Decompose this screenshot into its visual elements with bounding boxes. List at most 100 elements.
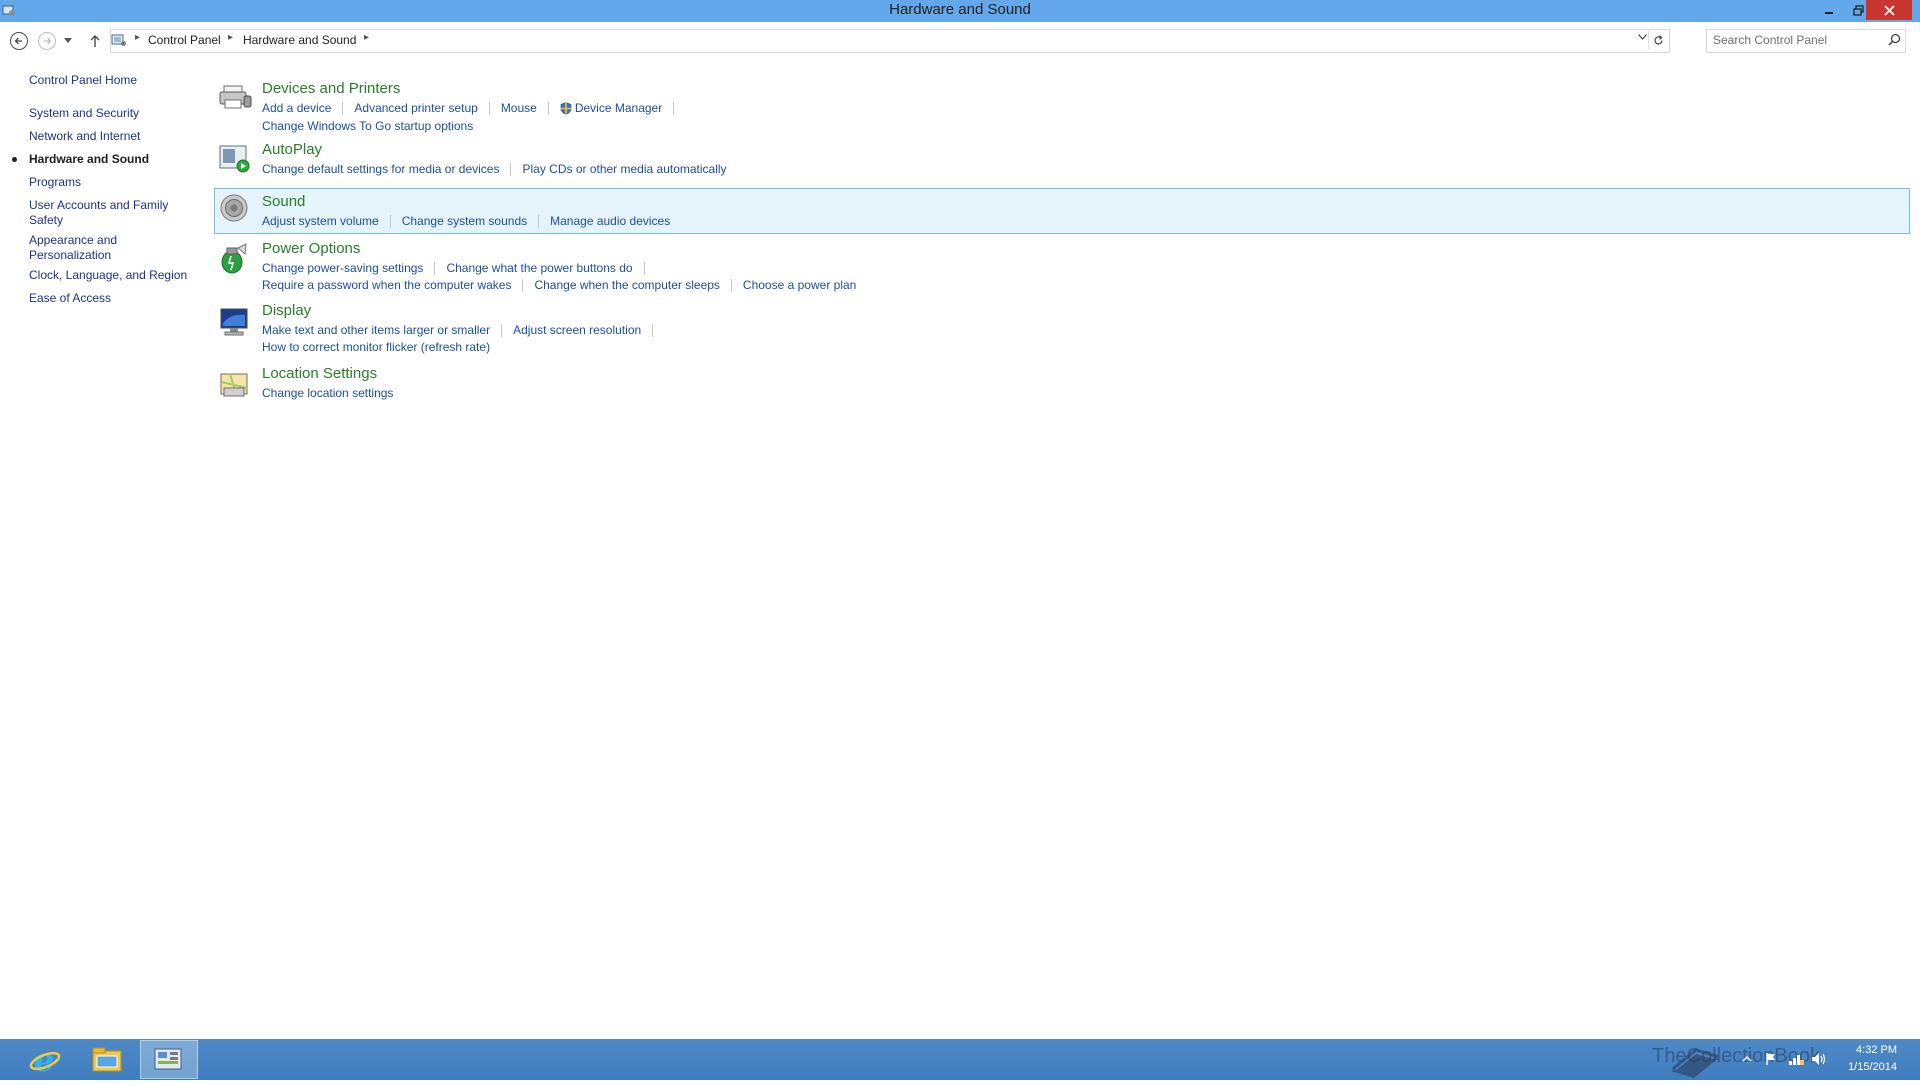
active-item-bullet-icon xyxy=(12,157,17,162)
category-autoplay: AutoPlay Change default settings for med… xyxy=(214,140,1910,182)
address-dropdown-icon[interactable] xyxy=(1638,32,1647,43)
category-display: Display Make text and other items larger… xyxy=(214,302,1910,360)
internet-explorer-icon[interactable]: e xyxy=(16,1040,74,1079)
forward-arrow-icon xyxy=(38,32,56,50)
adjust-screen-resolution-link[interactable]: Adjust screen resolution xyxy=(513,323,641,337)
search-input[interactable] xyxy=(1713,32,1873,48)
change-system-sounds-link[interactable]: Change system sounds xyxy=(402,214,527,228)
battery-icon[interactable] xyxy=(218,242,254,278)
printer-icon[interactable] xyxy=(218,80,254,116)
breadcrumb-separator-icon[interactable]: ▸ xyxy=(364,32,369,43)
link-row: Add a device Advanced printer setup Mous… xyxy=(262,101,685,115)
link-row: Require a password when the computer wak… xyxy=(262,278,856,292)
change-default-media-settings-link[interactable]: Change default settings for media or dev… xyxy=(262,162,499,176)
devices-and-printers-title[interactable]: Devices and Printers xyxy=(262,80,400,97)
address-bar[interactable]: ▸ Control Panel ▸ Hardware and Sound ▸ xyxy=(110,29,1670,53)
refresh-icon xyxy=(1653,34,1663,44)
volume-icon[interactable] xyxy=(1811,1052,1826,1066)
recent-locations-button[interactable] xyxy=(62,30,74,52)
display-title[interactable]: Display xyxy=(262,302,311,319)
sound-title[interactable]: Sound xyxy=(262,193,305,210)
book-watermark-icon xyxy=(1670,1042,1720,1085)
clock-date: 1/15/2014 xyxy=(1848,1061,1897,1073)
taskbar-clock[interactable]: 4:32 PM 1/15/2014 xyxy=(1833,1042,1897,1076)
link-divider xyxy=(342,101,344,115)
control-panel-window: Hardware and Sound ▸ Control Panel ▸ Har… xyxy=(0,0,1920,1039)
monitor-flicker-link[interactable]: How to correct monitor flicker (refresh … xyxy=(262,340,490,354)
autoplay-icon[interactable] xyxy=(218,142,254,178)
forward-button[interactable] xyxy=(36,30,58,52)
change-location-settings-link[interactable]: Change location settings xyxy=(262,386,393,400)
control-panel-icon[interactable] xyxy=(140,1040,198,1079)
network-icon[interactable] xyxy=(1788,1052,1804,1066)
device-manager-link[interactable]: Device Manager xyxy=(575,101,662,115)
link-row: Change Windows To Go startup options xyxy=(262,119,473,133)
svg-text:e: e xyxy=(34,1044,54,1076)
power-buttons-link[interactable]: Change what the power buttons do xyxy=(446,261,632,275)
breadcrumb-separator-icon[interactable]: ▸ xyxy=(135,32,140,43)
file-explorer-icon[interactable] xyxy=(78,1040,136,1079)
link-divider xyxy=(488,101,490,115)
advanced-printer-setup-link[interactable]: Advanced printer setup xyxy=(354,101,477,115)
link-divider xyxy=(547,101,549,115)
change-when-computer-sleeps-link[interactable]: Change when the computer sleeps xyxy=(534,278,719,292)
link-divider xyxy=(510,162,512,176)
make-text-larger-link[interactable]: Make text and other items larger or smal… xyxy=(262,323,490,337)
link-divider xyxy=(538,214,540,228)
left-nav-hardware-and-sound[interactable]: Hardware and Sound xyxy=(29,152,189,167)
link-divider xyxy=(522,278,524,292)
action-center-flag-icon[interactable] xyxy=(1764,1052,1778,1066)
speaker-icon[interactable] xyxy=(218,193,254,229)
breadcrumb-hardware-and-sound[interactable]: Hardware and Sound xyxy=(243,33,356,47)
link-divider xyxy=(652,323,654,337)
close-button[interactable] xyxy=(1866,0,1912,20)
left-nav-user-accounts[interactable]: User Accounts and Family Safety xyxy=(29,198,179,228)
left-nav-programs[interactable]: Programs xyxy=(29,175,189,190)
link-row: How to correct monitor flicker (refresh … xyxy=(262,340,490,354)
left-nav-system-and-security[interactable]: System and Security xyxy=(29,106,189,121)
play-cds-automatically-link[interactable]: Play CDs or other media automatically xyxy=(522,162,726,176)
adjust-system-volume-link[interactable]: Adjust system volume xyxy=(262,214,379,228)
shield-icon xyxy=(560,101,572,115)
change-power-saving-settings-link[interactable]: Change power-saving settings xyxy=(262,261,423,275)
choose-power-plan-link[interactable]: Choose a power plan xyxy=(743,278,856,292)
left-nav-ease-of-access[interactable]: Ease of Access xyxy=(29,291,189,306)
chevron-down-icon xyxy=(64,38,72,43)
link-row: Adjust system volume Change system sound… xyxy=(262,214,670,228)
left-nav-appearance[interactable]: Appearance and Personalization xyxy=(29,233,139,263)
search-box[interactable] xyxy=(1706,29,1906,53)
location-settings-title[interactable]: Location Settings xyxy=(262,365,377,382)
show-hidden-icons-icon[interactable] xyxy=(1741,1052,1755,1066)
add-a-device-link[interactable]: Add a device xyxy=(262,101,331,115)
back-arrow-icon xyxy=(10,32,28,50)
link-divider xyxy=(673,101,675,115)
link-divider xyxy=(643,261,645,275)
power-options-title[interactable]: Power Options xyxy=(262,240,360,257)
back-button[interactable] xyxy=(8,30,30,52)
up-button[interactable] xyxy=(84,30,106,52)
breadcrumb-separator-icon[interactable]: ▸ xyxy=(228,32,233,43)
link-row: Change power-saving settings Change what… xyxy=(262,261,656,275)
autoplay-title[interactable]: AutoPlay xyxy=(262,141,322,158)
monitor-icon[interactable] xyxy=(218,305,254,341)
category-devices-and-printers: Devices and Printers Add a device Advanc… xyxy=(214,76,1910,136)
manage-audio-devices-link[interactable]: Manage audio devices xyxy=(550,214,670,228)
require-password-on-wake-link[interactable]: Require a password when the computer wak… xyxy=(262,278,511,292)
title-bar[interactable]: Hardware and Sound xyxy=(0,0,1920,22)
refresh-button[interactable] xyxy=(1648,31,1667,49)
mouse-link[interactable]: Mouse xyxy=(501,101,537,115)
left-nav-control-panel-home[interactable]: Control Panel Home xyxy=(29,73,189,88)
window-title: Hardware and Sound xyxy=(889,1,1031,18)
location-icon[interactable] xyxy=(218,368,254,404)
up-arrow-icon xyxy=(90,35,100,47)
windows-to-go-startup-link[interactable]: Change Windows To Go startup options xyxy=(262,119,473,133)
search-icon[interactable] xyxy=(1888,33,1901,51)
link-divider xyxy=(389,214,391,228)
category-sound[interactable]: Sound Adjust system volume Change system… xyxy=(214,188,1910,234)
link-divider xyxy=(730,278,732,292)
breadcrumb-control-panel[interactable]: Control Panel xyxy=(148,33,221,47)
clock-time: 4:32 PM xyxy=(1856,1044,1897,1056)
minimize-button[interactable] xyxy=(1816,0,1842,20)
left-nav-clock-language-region[interactable]: Clock, Language, and Region xyxy=(29,268,189,283)
left-nav-network-and-internet[interactable]: Network and Internet xyxy=(29,129,189,144)
